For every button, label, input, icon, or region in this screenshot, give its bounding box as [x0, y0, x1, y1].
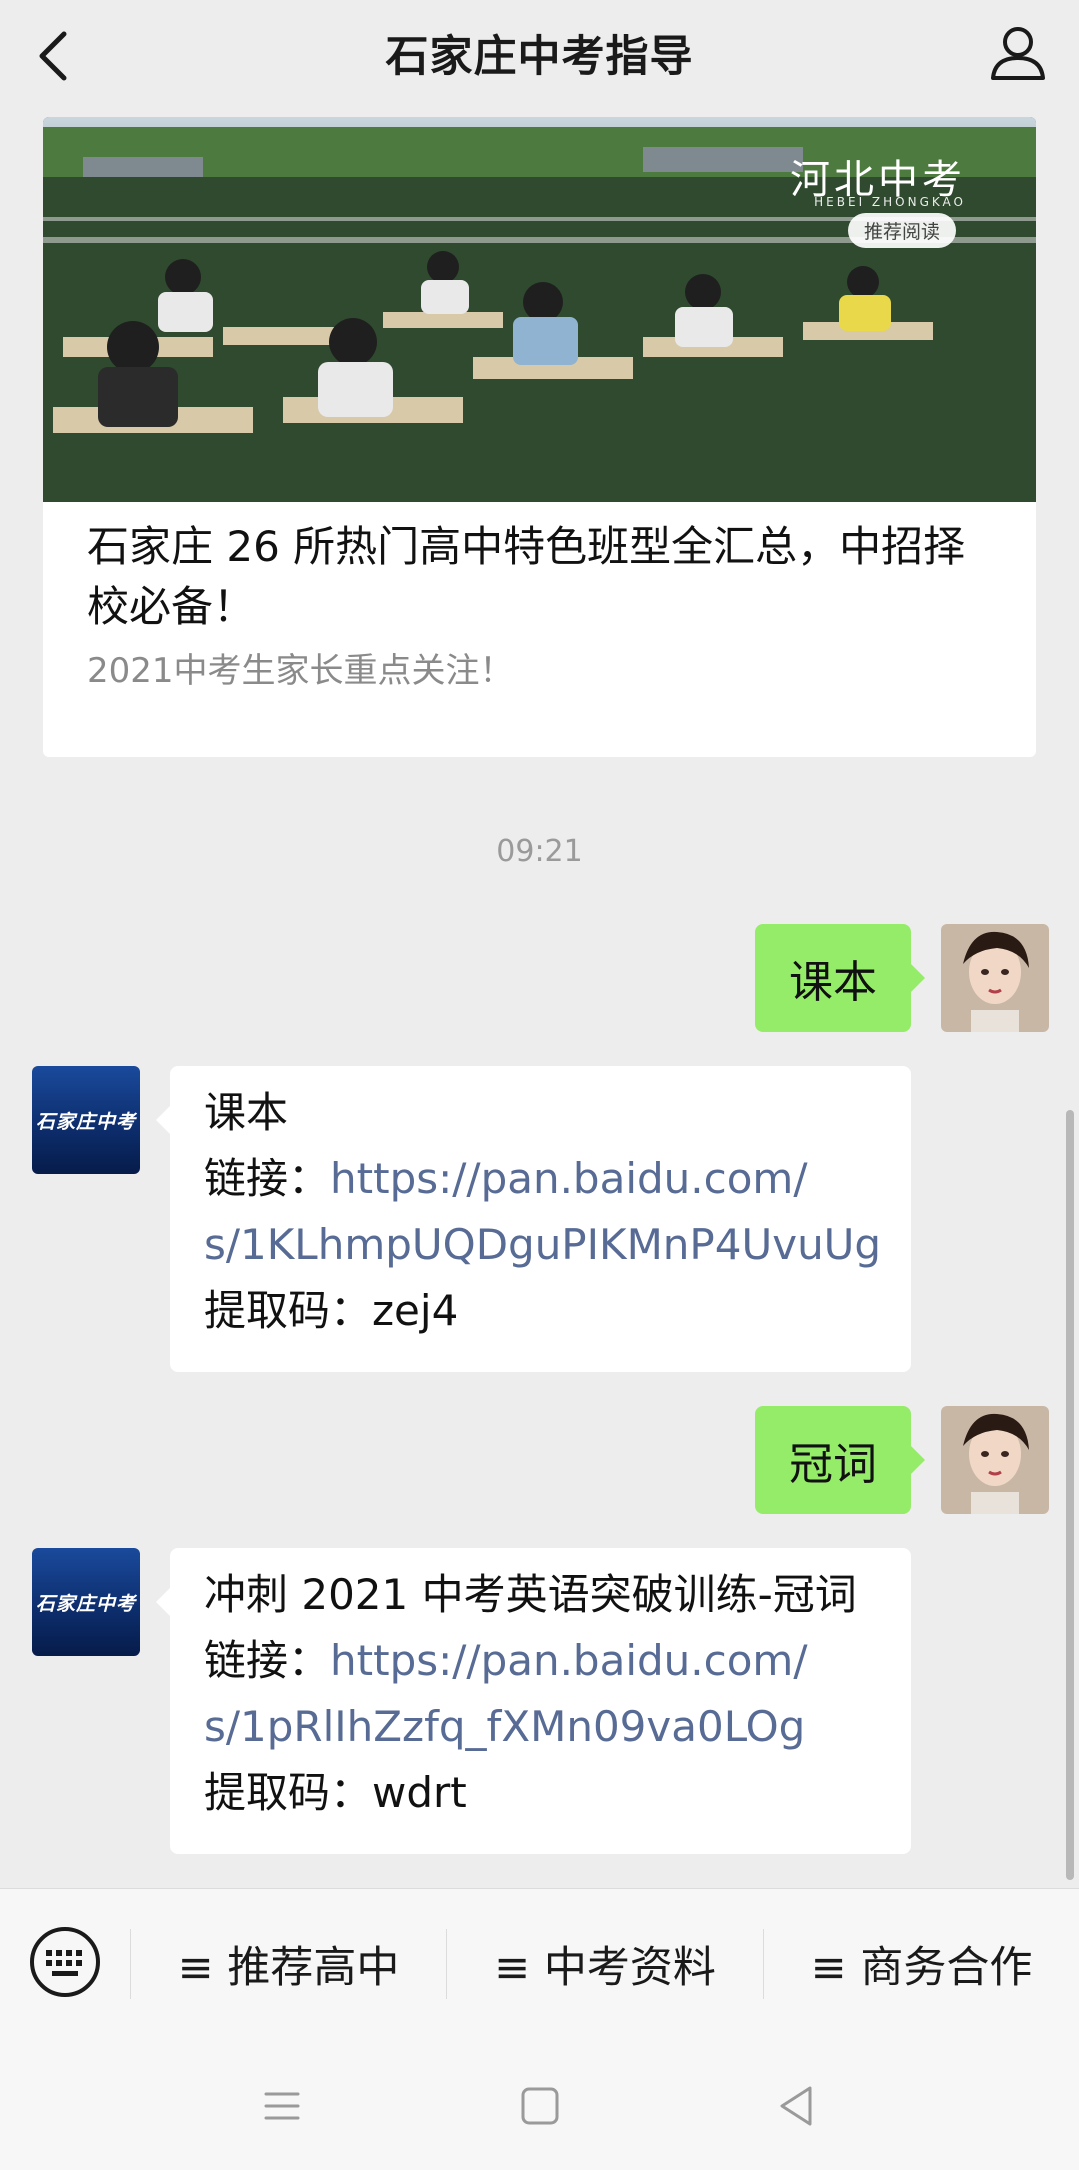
chat-scrollbar[interactable]: [1066, 1110, 1074, 1880]
user-message-text: 课本: [789, 957, 877, 1008]
bot-message-code-line: 提取码：zej4: [204, 1278, 877, 1344]
triangle-back-icon: [780, 2086, 812, 2126]
extraction-code: zej4: [372, 1286, 459, 1335]
nav-back-button[interactable]: [768, 2078, 828, 2134]
bot-message-bubble[interactable]: 课本 链接：https://pan.baidu.com/ s/1KLhmpUQD…: [156, 1066, 911, 1372]
page-title: 石家庄中考指导: [385, 32, 694, 82]
user-message-bubble[interactable]: 课本: [755, 924, 925, 1032]
extraction-code: wdrt: [372, 1768, 467, 1817]
menu-lines-icon: [264, 2092, 300, 2120]
article-cover-image: 河北中考 HEBEI ZHONGKAO 推荐阅读: [43, 117, 1036, 502]
article-subtitle: 2021中考生家长重点关注！: [87, 651, 514, 691]
bot-avatar[interactable]: 石家庄中考: [32, 1066, 140, 1174]
share-link-continued[interactable]: s/1pRlIhZzfq_fXMn09va0LOg: [204, 1694, 877, 1760]
bot-message-title: 冲刺 2021 中考英语突破训练-冠词: [204, 1570, 857, 1619]
article-title[interactable]: 石家庄 26 所热门高中特色班型全汇总，中招择校必备！: [87, 517, 992, 637]
bot-message-code-line: 提取码：wdrt: [204, 1760, 877, 1826]
menu-item-business-cooperation[interactable]: ≡ 商务合作: [764, 1889, 1079, 2039]
nav-home-button[interactable]: [510, 2078, 570, 2134]
profile-button[interactable]: [985, 20, 1051, 86]
bot-message-title: 课本: [204, 1088, 289, 1137]
keyboard-icon: [30, 1927, 100, 1997]
system-navigation-bar: [0, 2038, 1079, 2170]
share-link[interactable]: https://pan.baidu.com/: [330, 1154, 807, 1203]
bot-avatar[interactable]: 石家庄中考: [32, 1548, 140, 1656]
bot-avatar-text: 石家庄中考: [32, 1548, 140, 1656]
square-icon: [521, 2087, 559, 2125]
image-tag: 推荐阅读: [847, 213, 956, 248]
link-label: 链接：: [204, 1154, 331, 1203]
code-label: 提取码：: [204, 1286, 373, 1335]
bot-avatar-text: 石家庄中考: [32, 1066, 140, 1174]
person-icon: [991, 27, 1045, 80]
link-label: 链接：: [204, 1636, 331, 1685]
top-bar: 石家庄中考指导: [0, 0, 1079, 110]
user-avatar[interactable]: [941, 1406, 1049, 1514]
nav-menu-button[interactable]: [252, 2078, 312, 2134]
code-label: 提取码：: [204, 1768, 373, 1817]
user-message-bubble[interactable]: 冠词: [755, 1406, 925, 1514]
official-account-menu: ≡ 推荐高中 ≡ 中考资料 ≡ 商务合作: [0, 1888, 1079, 2039]
message-timestamp: 09:21: [496, 834, 583, 869]
user-message-text: 冠词: [789, 1439, 877, 1490]
bot-message-bubble[interactable]: 冲刺 2021 中考英语突破训练-冠词 链接：https://pan.baidu…: [156, 1548, 911, 1854]
menu-item-recommend-high-school[interactable]: ≡ 推荐高中: [131, 1889, 446, 2039]
article-card[interactable]: 河北中考 HEBEI ZHONGKAO 推荐阅读 石家庄 26 所热门高中特色班…: [43, 117, 1036, 757]
menu-item-exam-materials[interactable]: ≡ 中考资料: [447, 1889, 763, 2039]
keyboard-toggle-button[interactable]: [28, 1925, 102, 1999]
bot-message-link-line: 链接：https://pan.baidu.com/: [204, 1146, 877, 1212]
bot-message-link-line: 链接：https://pan.baidu.com/: [204, 1628, 877, 1694]
share-link-continued[interactable]: s/1KLhmpUQDguPIKMnP4UvuUg: [204, 1212, 881, 1278]
image-brand-subtext: HEBEI ZHONGKAO: [814, 195, 966, 209]
user-avatar[interactable]: [941, 924, 1049, 1032]
share-link[interactable]: https://pan.baidu.com/: [330, 1636, 807, 1685]
